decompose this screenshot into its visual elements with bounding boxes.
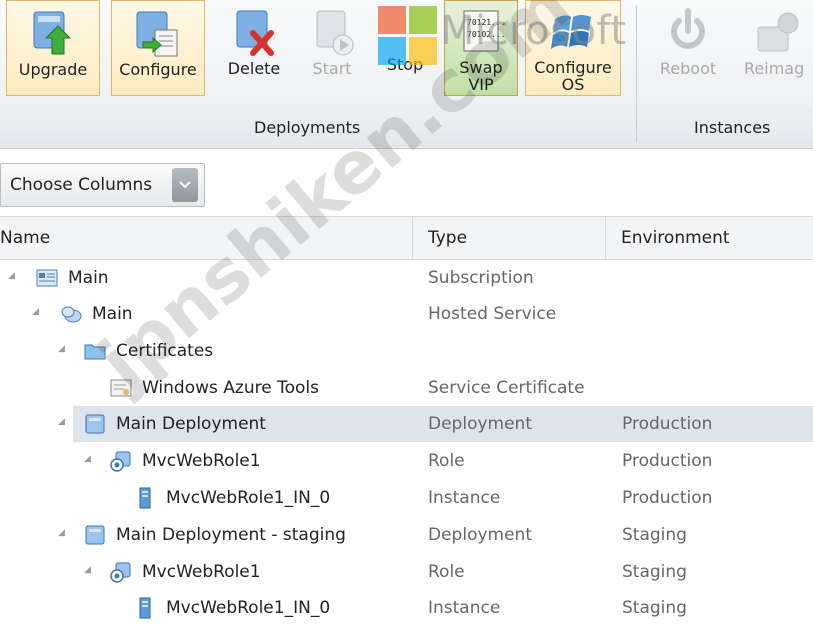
start-button[interactable]: Start [296,0,368,96]
certificate-icon [110,379,132,397]
row-type: Instance [428,488,501,508]
upgrade-button[interactable]: Upgrade [6,0,100,96]
reboot-icon [665,6,711,58]
upgrade-icon [30,7,76,59]
row-name: MvcWebRole1 [142,451,261,471]
swap-vip-label: Swap VIP [459,58,503,94]
configure-label: Configure [119,60,197,79]
tree-row-role-staging[interactable]: ◢ MvcWebRole1 Role Staging [0,554,813,590]
row-name: Windows Azure Tools [142,378,319,398]
row-type: Subscription [428,268,534,288]
choose-columns-label: Choose Columns [10,175,153,195]
expand-triangle-icon[interactable]: ◢ [32,307,42,317]
expand-triangle-icon[interactable]: ◢ [58,528,68,538]
expand-triangle-icon[interactable]: ◢ [8,271,18,281]
reimage-button[interactable]: Reimag [740,0,813,96]
row-environment: Production [622,414,713,434]
tree-row-role-production[interactable]: ◢ MvcWebRole1 Role Production [0,443,813,479]
choose-columns-button[interactable]: Choose Columns [0,163,205,207]
row-environment: Production [622,451,713,471]
row-type: Deployment [428,525,532,545]
delete-icon [231,6,277,58]
row-name: Main [92,304,133,324]
role-icon [110,562,131,583]
configure-os-label: Configure OS [534,58,612,94]
column-header-type[interactable]: Type [412,217,605,259]
chevron-down-icon [172,168,198,202]
row-name: MvcWebRole1 [142,562,261,582]
ribbon-toolbar: Upgrade Configure Delete Start 70121... … [0,0,813,149]
tree-row-certificates[interactable]: ◢ Certificates [0,333,813,369]
reimage-icon [750,6,800,58]
delete-button[interactable]: Delete [215,0,293,96]
column-header-environment[interactable]: Environment [605,217,813,259]
row-name: Main [68,268,109,288]
tree-row-deployment-staging[interactable]: ◢ Main Deployment - staging Deployment S… [0,517,813,553]
row-environment: Staging [622,562,687,582]
microsoft-watermark-text: Microsoft [440,8,627,54]
tree-row-instance-staging[interactable]: MvcWebRole1_IN_0 Instance Staging [0,590,813,626]
row-name: Main Deployment - staging [116,525,346,545]
deployment-icon [85,414,105,434]
tree-row-instance-production[interactable]: MvcWebRole1_IN_0 Instance Production [0,480,813,516]
tree-row-deployment-production[interactable]: ◢ Main Deployment Deployment Production [0,406,813,442]
role-icon [110,451,131,472]
instance-icon [139,597,151,619]
microsoft-logo-watermark [378,6,437,65]
row-environment: Production [622,488,713,508]
row-type: Hosted Service [428,304,557,324]
configure-icon [133,7,183,59]
subscription-icon [36,269,58,287]
hosted-service-icon [61,306,82,323]
instance-icon [139,487,151,509]
tree-row-hosted-service[interactable]: ◢ Main Hosted Service [0,296,813,332]
row-name: MvcWebRole1_IN_0 [166,488,331,508]
expand-triangle-icon[interactable]: ◢ [84,565,94,575]
start-icon [309,6,355,58]
column-header-name[interactable]: Name [0,217,412,259]
tree-row-certificate[interactable]: Windows Azure Tools Service Certificate [0,370,813,406]
grid-header: Name Type Environment [0,216,813,260]
expand-triangle-icon[interactable]: ◢ [58,417,68,427]
reboot-button[interactable]: Reboot [648,0,728,96]
row-environment: Staging [622,598,687,618]
row-type: Role [428,451,465,471]
reboot-label: Reboot [659,59,717,78]
folder-icon [84,344,106,360]
row-environment: Staging [622,525,687,545]
tree-row-subscription[interactable]: ◢ Main Subscription [0,260,813,296]
row-name: MvcWebRole1_IN_0 [166,598,331,618]
upgrade-label: Upgrade [18,60,88,79]
deployments-group-label: Deployments [254,118,361,137]
ribbon-group-separator [636,6,637,142]
reimage-label: Reimag [744,59,805,78]
delete-label: Delete [227,59,281,78]
row-name: Main Deployment [116,414,266,434]
row-type: Service Certificate [428,378,585,398]
row-type: Instance [428,598,501,618]
expand-triangle-icon[interactable]: ◢ [58,344,68,354]
expand-triangle-icon[interactable]: ◢ [84,454,94,464]
deployment-icon [85,525,105,545]
row-name: Certificates [116,341,214,361]
configure-button[interactable]: Configure [111,0,205,96]
row-type: Deployment [428,414,532,434]
start-label: Start [312,59,352,78]
row-type: Role [428,562,465,582]
instances-group-label: Instances [694,118,771,137]
